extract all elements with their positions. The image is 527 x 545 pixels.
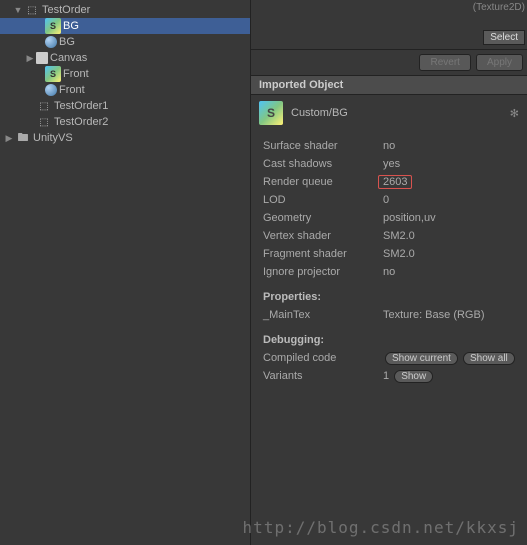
revert-button[interactable]: Revert (419, 54, 470, 71)
hierarchy-item-label: Canvas (50, 52, 87, 64)
property-value: 2603 (378, 175, 412, 189)
hierarchy-item[interactable]: SBG (0, 18, 250, 34)
property-label: Ignore projector (263, 266, 383, 278)
property-label: Cast shadows (263, 158, 383, 170)
property-value: no (383, 266, 395, 278)
texture-type-label: (Texture2D) (473, 2, 525, 13)
inspector-panel: (Texture2D) Select Revert Apply Imported… (250, 0, 527, 545)
maintex-label: _MainTex (263, 309, 383, 321)
variants-value: 1 (383, 370, 389, 382)
maintex-value: Texture: Base (RGB) (383, 309, 484, 321)
variants-label: Variants (263, 370, 383, 382)
folder-icon: 🖿 (15, 130, 31, 146)
property-row: Surface shaderno (263, 137, 515, 155)
hierarchy-item[interactable]: ⬚TestOrder1 (0, 98, 250, 114)
debugging-header: Debugging: (263, 334, 515, 346)
canvas-icon (36, 52, 48, 64)
property-row: Fragment shaderSM2.0 (263, 245, 515, 263)
property-row: Cast shadowsyes (263, 155, 515, 173)
hierarchy-item-label: Front (63, 68, 89, 80)
hierarchy-item-label: UnityVS (33, 132, 73, 144)
property-label: Geometry (263, 212, 383, 224)
shader-header-row: S Custom/BG ✻ (251, 95, 527, 131)
property-value: no (383, 140, 395, 152)
compiled-code-label: Compiled code (263, 352, 383, 364)
material-icon (45, 36, 57, 48)
preview-area: (Texture2D) Select (251, 0, 527, 50)
shader-icon: S (259, 101, 283, 125)
shader-asset-icon: S (45, 18, 61, 34)
action-buttons: Revert Apply (251, 50, 527, 76)
expand-toggle[interactable]: ▶ (3, 133, 15, 144)
gameobject-icon: ⬚ (36, 114, 52, 130)
properties-header: Properties: (263, 291, 515, 303)
property-label: Surface shader (263, 140, 383, 152)
property-row: Render queue2603 (263, 173, 515, 191)
hierarchy-item-label: TestOrder2 (54, 116, 108, 128)
show-current-button[interactable]: Show current (385, 352, 458, 365)
property-row: Vertex shaderSM2.0 (263, 227, 515, 245)
hierarchy-item[interactable]: BG (0, 34, 250, 50)
hierarchy-item-label: BG (63, 20, 79, 32)
hierarchy-panel: ▼⬚TestOrderSBGBG▶CanvasSFrontFront⬚TestO… (0, 0, 250, 545)
property-value: 0 (383, 194, 389, 206)
hierarchy-item[interactable]: Front (0, 82, 250, 98)
property-label: Render queue (263, 176, 383, 188)
hierarchy-item[interactable]: ▶🖿UnityVS (0, 130, 250, 146)
apply-button[interactable]: Apply (476, 54, 523, 71)
gameobject-icon: ⬚ (24, 2, 40, 18)
property-label: LOD (263, 194, 383, 206)
property-label: Fragment shader (263, 248, 383, 260)
property-value: position,uv (383, 212, 436, 224)
shader-name: Custom/BG (291, 107, 348, 119)
property-label: Vertex shader (263, 230, 383, 242)
shader-properties: Surface shadernoCast shadowsyesRender qu… (251, 131, 527, 391)
property-value: SM2.0 (383, 230, 415, 242)
property-row: LOD0 (263, 191, 515, 209)
hierarchy-item[interactable]: ⬚TestOrder2 (0, 114, 250, 130)
expand-toggle[interactable]: ▼ (12, 5, 24, 15)
expand-toggle[interactable]: ▶ (24, 53, 36, 64)
hierarchy-item[interactable]: ▶ Canvas (0, 50, 250, 66)
hierarchy-item[interactable]: SFront (0, 66, 250, 82)
hierarchy-item-label: Front (59, 84, 85, 96)
show-variants-button[interactable]: Show (394, 370, 433, 383)
property-value: SM2.0 (383, 248, 415, 260)
hierarchy-item[interactable]: ▼⬚TestOrder (0, 2, 250, 18)
gameobject-icon: ⬚ (36, 98, 52, 114)
show-all-button[interactable]: Show all (463, 352, 515, 365)
shader-asset-icon: S (45, 66, 61, 82)
gear-icon[interactable]: ✻ (510, 107, 519, 120)
property-row: Ignore projectorno (263, 263, 515, 281)
hierarchy-item-label: BG (59, 36, 75, 48)
hierarchy-item-label: TestOrder1 (54, 100, 108, 112)
material-icon (45, 84, 57, 96)
property-value: yes (383, 158, 400, 170)
property-row: Geometryposition,uv (263, 209, 515, 227)
hierarchy-item-label: TestOrder (42, 4, 90, 16)
select-button[interactable]: Select (483, 30, 525, 45)
imported-object-header: Imported Object (251, 76, 527, 95)
